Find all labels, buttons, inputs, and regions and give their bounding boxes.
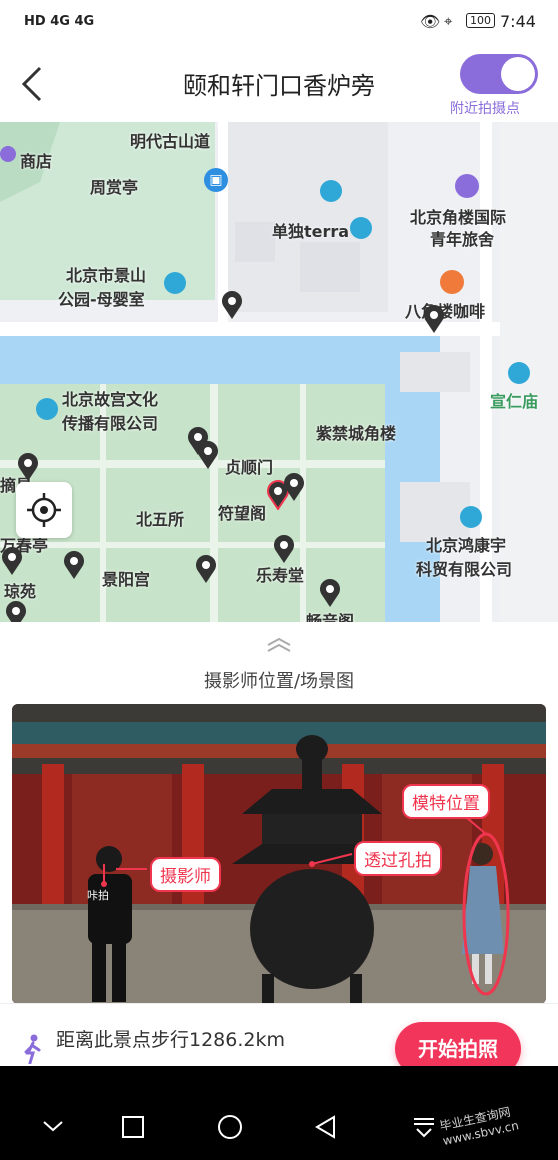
panel-title: 摄影师位置/场景图	[203, 671, 355, 692]
map-pin-icon[interactable]	[422, 304, 446, 334]
action-bar: 距离此景点步行1286.2km 开始拍照	[0, 1003, 558, 1076]
watermark: 毕业生查询网 www.sbvv.cn	[438, 1104, 521, 1149]
locate-button[interactable]	[16, 482, 72, 538]
restroom-icon[interactable]	[320, 180, 342, 202]
map-label: 北京市景山	[66, 266, 147, 285]
chevron-up-icon[interactable]	[264, 636, 294, 654]
map-pin-icon[interactable]	[196, 440, 220, 470]
status-bar: HD 4G 4G 👁 ⌖ 100 7:44	[0, 0, 558, 44]
system-nav-bar: 毕业生查询网 www.sbvv.cn	[0, 1066, 558, 1160]
map-label: 北京故宫文化	[62, 390, 159, 409]
map-label: 琼苑	[4, 582, 37, 601]
map-pin-icon[interactable]	[16, 452, 40, 482]
home-icon[interactable]	[216, 1113, 244, 1141]
building-icon[interactable]	[164, 272, 186, 294]
map-pin-icon[interactable]	[220, 290, 244, 320]
walking-icon	[24, 1034, 41, 1064]
map-label: 贞顺门	[225, 458, 274, 477]
temple-icon[interactable]	[508, 362, 530, 384]
back-triangle-icon[interactable]	[312, 1113, 340, 1141]
recent-apps-icon[interactable]	[120, 1114, 146, 1140]
distance-text: 距离此景点步行1286.2km	[56, 1029, 285, 1051]
toggle-knob	[501, 57, 535, 91]
map-label: 明代古山道	[130, 132, 211, 151]
photographer-tag: 摄影师	[150, 857, 221, 892]
bus-icon[interactable]: ▣	[204, 168, 228, 192]
map-label: 单独terra	[272, 222, 350, 241]
bottom-sheet[interactable]: 摄影师位置/场景图 咔拍 摄影师 透过孔拍 模特位置	[0, 622, 558, 1066]
crosshair-icon	[27, 493, 61, 527]
through-hole-tag: 透过孔拍	[354, 841, 442, 876]
map-label: 公园-母婴室	[58, 290, 145, 309]
map-label: 传播有限公司	[62, 414, 159, 433]
shop-icon[interactable]	[0, 146, 16, 162]
map-label: 北五所	[136, 510, 185, 529]
map-label: 畅音阁	[306, 612, 355, 622]
clock: 7:44	[500, 12, 536, 31]
hotel-icon[interactable]	[455, 174, 479, 198]
map-pin-icon[interactable]	[62, 550, 86, 580]
map-label: 北京鸿康宇	[426, 536, 507, 555]
map-label: 乐寿堂	[256, 566, 305, 585]
map-label: 北京角楼国际	[410, 208, 507, 227]
map-label: 紫禁城角楼	[316, 424, 397, 443]
building-icon[interactable]	[36, 398, 58, 420]
map-pin-icon[interactable]	[272, 534, 296, 564]
cafe-icon[interactable]	[440, 270, 464, 294]
map-label: 周赏亭	[90, 178, 139, 197]
scene-photo[interactable]: 咔拍 摄影师 透过孔拍 模特位置	[12, 704, 546, 1004]
map-label: 商店	[20, 152, 53, 171]
map-pin-icon[interactable]	[318, 578, 342, 608]
map-view[interactable]: 明代古山道 商店 周赏亭 单独terra 北京角楼国际 青年旅舍 北京市景山 公…	[0, 122, 558, 622]
map-label: 宣仁庙	[490, 392, 539, 411]
shirt-logo-text: 咔拍	[87, 889, 109, 902]
map-label: 青年旅舍	[430, 230, 495, 249]
map-label: 景阳宫	[102, 570, 151, 589]
chevron-down-icon[interactable]	[40, 1116, 66, 1136]
map-pin-icon[interactable]	[0, 546, 24, 576]
nearby-label: 附近拍摄点	[450, 101, 520, 117]
notification-down-icon[interactable]	[410, 1114, 438, 1142]
scene-illustration	[12, 704, 546, 1004]
building-icon[interactable]	[350, 217, 372, 239]
eye-icon: 👁	[420, 12, 441, 31]
nearby-toggle[interactable]	[460, 54, 538, 94]
map-pin-icon[interactable]	[4, 600, 28, 622]
map-pin-icon[interactable]	[282, 472, 306, 502]
battery-icon: 100	[466, 13, 495, 28]
header: 颐和轩门口香炉旁 附近拍摄点	[0, 44, 558, 122]
location-icon: ⌖	[444, 12, 453, 30]
network-icons: HD 4G 4G	[24, 14, 95, 29]
map-label: 科贸有限公司	[416, 560, 513, 579]
map-pin-icon[interactable]	[194, 554, 218, 584]
map-label: 符望阁	[218, 504, 267, 523]
building-icon[interactable]	[460, 506, 482, 528]
model-position-tag: 模特位置	[402, 784, 490, 819]
